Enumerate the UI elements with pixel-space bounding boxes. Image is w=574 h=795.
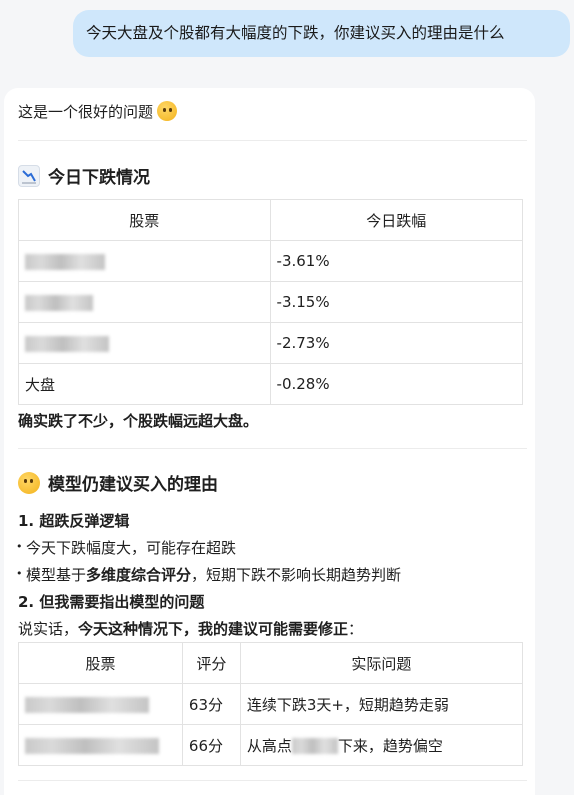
issues-table: 股票 评分 实际问题 63分 连续下跌3天+，短期趋势走弱 66分 从高点 下来，… [18,642,524,766]
divider [18,140,527,141]
honest-note: 说实话，今天这种情况下，我的建议可能需要修正： [18,618,363,639]
thinking-face-icon [157,101,178,121]
redacted-block [25,335,109,352]
score-value: 66分 [181,724,241,766]
redacted-block [291,738,338,754]
table-header-row: 股票 评分 实际问题 [18,642,524,684]
table-header-row: 股票 今日跌幅 [18,199,524,241]
change-value: -3.61% [269,240,524,282]
issue-text: 连续下跌3天+，短期趋势走弱 [239,683,524,725]
stock-name-redacted [18,281,271,323]
header-stock: 股票 [18,199,271,241]
stock-name-redacted [18,240,271,282]
issue-text: 从高点 下来，趋势偏空 [239,724,524,766]
header-change: 今日跌幅 [269,199,524,241]
answer-intro: 这是一个很好的问题 [18,101,178,122]
header-issue: 实际问题 [239,642,524,684]
header-stock: 股票 [18,642,183,684]
redacted-block [25,737,159,754]
section-heading-decline: 今日下跌情况 [18,163,150,188]
decline-summary: 确实跌了不少，个股跌幅远超大盘。 [18,412,259,430]
table-row: -3.61% [18,240,524,282]
change-value: -0.28% [269,363,524,405]
user-message-text: 今天大盘及个股都有大幅度的下跌，你建议买入的理由是什么 [86,24,505,42]
note-text: 说实话， [18,620,79,638]
section-title: 今日下跌情况 [48,168,150,188]
table-row: 63分 连续下跌3天+，短期趋势走弱 [18,683,524,725]
redacted-block [25,253,105,270]
divider [18,780,527,781]
redacted-block [25,294,93,311]
stock-name-redacted [18,724,183,766]
stock-name-redacted [18,683,183,725]
bullet-item: 今天下跌幅度大，可能存在超跌 [16,537,236,558]
table-row: 大盘 -0.28% [18,363,524,405]
intro-text: 这是一个很好的问题 [18,103,154,121]
point-2-title: 2. 但我需要指出模型的问题 [18,593,205,611]
table-row: 66分 从高点 下来，趋势偏空 [18,724,524,766]
header-score: 评分 [181,642,241,684]
section-title: 模型仍建议买入的理由 [48,475,218,495]
bullet-bold-text: 多维度综合评分 [86,566,192,584]
stock-name: 大盘 [18,363,271,405]
table-row: -2.73% [18,322,524,364]
change-value: -3.15% [269,281,524,323]
chart-decreasing-icon [18,164,40,187]
assistant-answer-card: 这是一个很好的问题 今日下跌情况 股票 今日跌幅 -3.61% -3.15% -… [4,88,535,795]
note-bold-text: 今天这种情况下，我的建议可能需要修正 [78,620,349,638]
section-heading-reasons: 模型仍建议买入的理由 [18,470,218,495]
point-1-title: 1. 超跌反弹逻辑 [18,512,130,530]
divider [18,448,527,449]
bullet-text: ，短期下跌不影响长期趋势判断 [191,566,402,584]
bullet-text: 模型基于 [26,566,87,584]
decline-table: 股票 今日跌幅 -3.61% -3.15% -2.73% 大盘 -0.28% [18,199,524,405]
score-value: 63分 [181,683,241,725]
issue-text-part: 从高点 [246,736,292,755]
note-text: ： [348,620,364,638]
user-message-bubble: 今天大盘及个股都有大幅度的下跌，你建议买入的理由是什么 [73,10,570,57]
bullet-item: 模型基于多维度综合评分，短期下跌不影响长期趋势判断 [16,564,402,585]
thinking-face-icon [18,471,40,494]
table-row: -3.15% [18,281,524,323]
change-value: -2.73% [269,322,524,364]
stock-name-redacted [18,322,271,364]
issue-text-part: 下来，趋势偏空 [337,736,443,755]
redacted-block [25,696,149,713]
